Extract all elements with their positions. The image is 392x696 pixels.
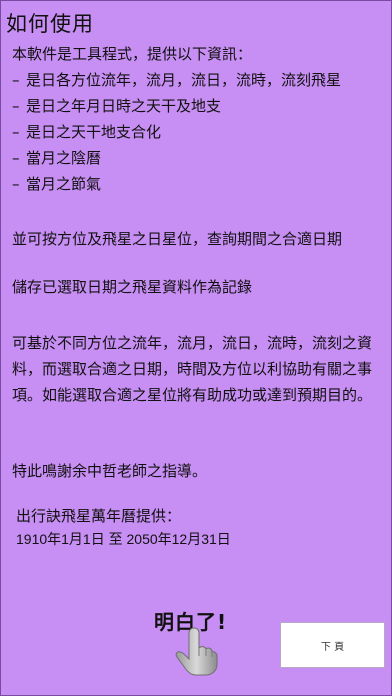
list-item: – 當月之陰曆 — [12, 149, 102, 167]
save-paragraph: 儲存已選取日期之飛星資料作為記錄 — [12, 278, 253, 296]
page-title: 如何使用 — [6, 12, 94, 36]
list-item: – 是日之年月日時之天干及地支 — [12, 97, 222, 115]
feature-label: 是日之年月日時之天干及地支 — [26, 97, 222, 115]
list-item: – 是日各方位流年，流月，流日，流時，流刻飛星 — [12, 71, 342, 89]
date-range-text: 1910年1月1日 至 2050年12月31日 — [16, 531, 231, 547]
next-page-button[interactable]: 下 頁 — [280, 622, 385, 668]
hand-pointer-icon — [175, 627, 218, 676]
feature-list: – 是日各方位流年，流月，流日，流時，流刻飛星 – 是日之年月日時之天干及地支 – 是… — [12, 67, 341, 197]
feature-label: 是日之天干地支合化 — [26, 123, 162, 141]
provider-text: 出行訣飛星萬年曆提供： — [16, 507, 182, 525]
list-item: – 是日之天干地支合化 — [12, 123, 162, 141]
usage-paragraph: 可基於不同方位之流年，流月，流日，流時，流刻之資料，而選取合適之日期，時間及方位… — [12, 334, 373, 404]
search-paragraph: 並可按方位及飛星之日星位，查詢期間之合適日期 — [12, 230, 343, 248]
intro-text: 本軟件是工具程式，提供以下資訊： — [12, 45, 253, 63]
feature-label: 當月之陰曆 — [26, 149, 102, 167]
thanks-text: 特此鳴謝余中哲老師之指導。 — [12, 462, 208, 480]
feature-label: 當月之節氣 — [26, 175, 102, 193]
feature-label: 是日各方位流年，流月，流日，流時，流刻飛星 — [26, 71, 342, 89]
list-item: – 當月之節氣 — [12, 175, 102, 193]
